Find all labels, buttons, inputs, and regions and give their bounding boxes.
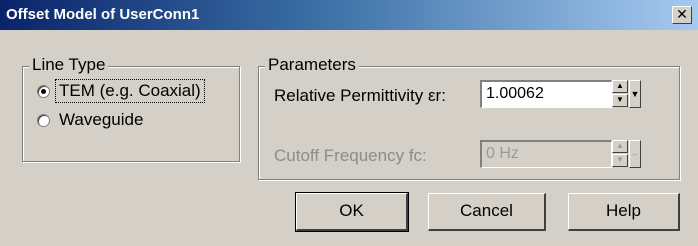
spin-up-button[interactable]: ▲ — [612, 80, 628, 93]
radio-waveguide-option[interactable]: Waveguide — [37, 108, 146, 132]
radio-tem-label[interactable]: TEM (e.g. Coaxial) — [55, 79, 205, 103]
help-button[interactable]: Help — [568, 193, 680, 231]
spin-down-icon: ▼ — [616, 155, 624, 164]
cancel-button[interactable]: Cancel — [428, 193, 546, 231]
cutoff-input[interactable]: 0 Hz — [480, 140, 612, 168]
radio-tem-button[interactable] — [37, 84, 50, 98]
dropdown-arrow-icon: ▼ — [630, 89, 640, 99]
title-bar[interactable]: Offset Model of UserConn1 ✕ — [0, 0, 698, 30]
cutoff-spin-down-button[interactable]: ▼ — [612, 154, 628, 167]
permittivity-label: Relative Permittivity εr: — [274, 86, 446, 105]
spin-down-icon: ▼ — [616, 95, 624, 104]
spin-up-icon: ▲ — [616, 81, 624, 90]
cutoff-label: Cutoff Frequency fc: — [274, 146, 427, 165]
cutoff-spin-up-button[interactable]: ▲ — [612, 140, 628, 153]
permittivity-spinner[interactable]: ▲ ▼ — [612, 80, 630, 108]
close-icon: ✕ — [676, 6, 688, 22]
dropdown-disabled-icon: – — [632, 149, 638, 159]
ok-button[interactable]: OK — [295, 192, 409, 232]
permittivity-input[interactable]: 1.00062 — [480, 80, 612, 108]
cutoff-dropdown-button[interactable]: – — [629, 140, 641, 168]
close-button[interactable]: ✕ — [672, 6, 692, 24]
cutoff-spinner[interactable]: ▲ ▼ — [612, 140, 630, 168]
parameters-group-label: Parameters — [265, 55, 359, 75]
line-type-group-label: Line Type — [29, 55, 109, 75]
line-type-group: Line Type TEM (e.g. Coaxial) Waveguide — [22, 55, 240, 162]
spin-down-button[interactable]: ▼ — [612, 94, 628, 107]
window-title: Offset Model of UserConn1 — [6, 6, 200, 23]
radio-tem-option[interactable]: TEM (e.g. Coaxial) — [37, 79, 205, 103]
radio-waveguide-button[interactable] — [37, 113, 50, 127]
offset-model-dialog: Offset Model of UserConn1 ✕ Line Type TE… — [0, 0, 698, 246]
radio-waveguide-label[interactable]: Waveguide — [56, 109, 146, 131]
permittivity-dropdown-button[interactable]: ▼ — [629, 80, 641, 108]
spin-up-icon: ▲ — [616, 141, 624, 150]
